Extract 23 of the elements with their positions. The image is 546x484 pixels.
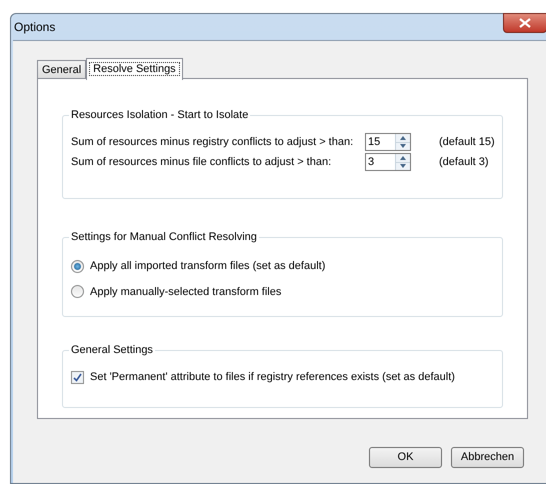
radio-label: Apply manually-selected transform files bbox=[90, 284, 282, 300]
field-label: Sum of resources minus file conflicts to adjust > than: bbox=[71, 154, 332, 170]
dialog-button[interactable]: OK bbox=[369, 447, 442, 468]
number-field[interactable]: 15 bbox=[365, 133, 411, 151]
group-title: General Settings bbox=[69, 342, 155, 358]
number-field[interactable]: 3 bbox=[365, 153, 411, 171]
window-title: Options bbox=[14, 19, 56, 36]
dialog-button[interactable]: Abbrechen bbox=[451, 447, 524, 468]
spinner-arrows-icon[interactable] bbox=[395, 134, 410, 150]
radio-label: Apply all imported transform files (set as default) bbox=[90, 259, 326, 274]
default-note: (default 3) bbox=[439, 154, 489, 170]
tab[interactable]: General bbox=[37, 60, 86, 79]
default-note: (default 15) bbox=[439, 134, 495, 150]
radio-button[interactable] bbox=[71, 260, 84, 273]
group-title: Settings for Manual Conflict Resolving bbox=[69, 229, 259, 245]
spinner-arrows-icon[interactable] bbox=[395, 154, 410, 170]
close-icon bbox=[519, 18, 531, 28]
checkbox-label: Set 'Permanent' attribute to files if registry references exists (set as default) bbox=[90, 370, 455, 385]
radio-button[interactable] bbox=[71, 285, 84, 298]
checkbox[interactable] bbox=[71, 370, 84, 384]
tab[interactable]: Resolve Settings bbox=[86, 58, 183, 80]
close-button[interactable] bbox=[503, 13, 546, 33]
field-label: Sum of resources minus registry conflicts to adjust > than: bbox=[71, 134, 354, 150]
